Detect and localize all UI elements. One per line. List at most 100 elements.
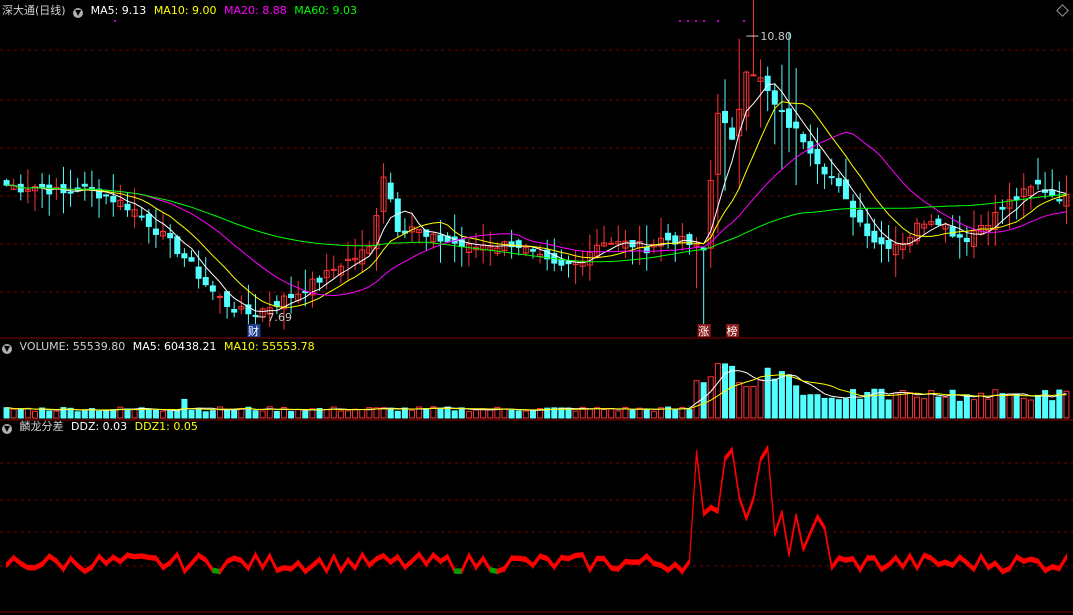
ddz-band-segment bbox=[212, 567, 221, 575]
ma60-label: MA60: 9.03 bbox=[294, 4, 357, 17]
candle-down bbox=[387, 182, 394, 200]
volume-ma10-label: MA10: 55553.78 bbox=[223, 340, 315, 353]
ddz-band-segment bbox=[674, 560, 683, 575]
candle-down bbox=[778, 110, 785, 113]
chevron-down-icon[interactable]: ▼ bbox=[2, 344, 12, 354]
candle-down bbox=[821, 166, 828, 175]
ddz-band-segment bbox=[688, 450, 698, 564]
candle-down bbox=[786, 108, 793, 128]
candle-down bbox=[81, 183, 88, 187]
volume-bar-up bbox=[586, 408, 593, 419]
candle-down bbox=[949, 226, 956, 237]
ddz-band-segment bbox=[112, 554, 121, 565]
volume-bar-down bbox=[835, 399, 842, 419]
volume-bar-down bbox=[729, 365, 736, 419]
ddz-band-segment bbox=[134, 553, 143, 560]
ma10-label: MA10: 9.00 bbox=[153, 4, 217, 17]
candle-down bbox=[793, 121, 800, 129]
ddz-band-segment bbox=[219, 557, 228, 576]
volume-bar-up bbox=[650, 410, 657, 419]
ddz-band-segment bbox=[148, 554, 157, 561]
ddz-band-segment bbox=[788, 513, 797, 557]
candle-down bbox=[67, 191, 74, 194]
volume-bar-down bbox=[231, 409, 238, 419]
chevron-down-icon[interactable]: ▼ bbox=[2, 424, 12, 434]
ddz-band-segment bbox=[290, 559, 299, 573]
ddz-band-segment bbox=[952, 553, 961, 569]
ddz-band-segment bbox=[560, 554, 570, 562]
ddz-band-segment bbox=[375, 552, 385, 562]
event-dot bbox=[679, 20, 681, 22]
ddz-band-segment bbox=[1016, 554, 1025, 565]
volume-bar-up bbox=[32, 410, 39, 419]
volume-bar-down bbox=[96, 410, 103, 419]
bang-tag: 榜 bbox=[727, 324, 738, 338]
volume-bar-up bbox=[323, 409, 330, 419]
candle-down bbox=[138, 215, 145, 218]
volume-bar-up bbox=[1020, 397, 1027, 419]
volume-bar-up bbox=[750, 385, 757, 419]
ddz-band-segment bbox=[1058, 552, 1067, 573]
ddz-band-segment bbox=[660, 562, 669, 574]
volume-bar-up bbox=[1063, 390, 1070, 419]
ddz-band-segment bbox=[326, 553, 335, 574]
candle-down bbox=[956, 234, 963, 238]
candle-down bbox=[437, 234, 444, 242]
volume-bar-down bbox=[828, 397, 835, 419]
indicator-name[interactable]: 麟龙分差 bbox=[20, 420, 64, 433]
ddz-band-segment bbox=[617, 557, 626, 573]
candle-down bbox=[850, 200, 857, 218]
volume-bar-down bbox=[387, 407, 394, 419]
ddz-band-segment bbox=[838, 555, 847, 563]
volume-bar-up bbox=[914, 396, 921, 419]
ddz-band-segment bbox=[624, 558, 634, 565]
volume-bar-down bbox=[1013, 393, 1020, 419]
volume-bar-up bbox=[522, 410, 529, 419]
price-header: 深大通(日线) ▼ MA5: 9.13 MA10: 9.00 MA20: 8.8… bbox=[2, 4, 361, 18]
ddz-band-segment bbox=[41, 552, 50, 568]
ddz-band-segment bbox=[247, 552, 257, 571]
volume-bar-up bbox=[707, 376, 714, 419]
ddz-band-segment bbox=[1001, 565, 1011, 575]
ddz-band-segment bbox=[262, 551, 271, 572]
ddz-band-segment bbox=[475, 554, 484, 571]
ddz-band-segment bbox=[304, 562, 313, 575]
ddz-band-segment bbox=[539, 553, 548, 562]
event-dot bbox=[703, 20, 705, 22]
stock-title[interactable]: 深大通(日线) bbox=[2, 4, 66, 17]
event-dot bbox=[743, 20, 745, 22]
volume-bar-down bbox=[878, 388, 885, 419]
ddz-band-segment bbox=[866, 555, 875, 561]
volume-bar-down bbox=[786, 374, 793, 419]
zhang-tag: 涨 bbox=[698, 325, 709, 338]
volume-bar-up bbox=[985, 398, 992, 419]
candle-down bbox=[935, 218, 942, 225]
ddz-band-segment bbox=[610, 565, 619, 572]
ddz1-label: DDZ1: 0.05 bbox=[134, 420, 198, 433]
ddz-band-segment bbox=[1030, 556, 1039, 565]
candle-down bbox=[1049, 189, 1056, 197]
volume-bar-up bbox=[10, 408, 17, 419]
volume-bar-down bbox=[629, 409, 636, 419]
candle-down bbox=[188, 257, 195, 262]
volume-bar-down bbox=[437, 407, 444, 419]
ddz-band-segment bbox=[390, 553, 399, 566]
candle-down bbox=[771, 90, 778, 105]
event-dot bbox=[695, 20, 697, 22]
ddz-band-segment bbox=[77, 562, 86, 575]
ddz-band-segment bbox=[575, 552, 584, 559]
candle-down bbox=[999, 206, 1006, 210]
ddz-band-segment bbox=[930, 554, 939, 568]
ddz-band-segment bbox=[603, 554, 612, 572]
chevron-down-icon[interactable]: ▼ bbox=[73, 8, 84, 18]
ddz-band-segment bbox=[91, 552, 100, 571]
ddz-band-segment bbox=[752, 457, 762, 502]
volume-bar-up bbox=[928, 390, 935, 419]
volume-bar-down bbox=[458, 407, 465, 419]
volume-bar-down bbox=[46, 410, 53, 419]
candle-down bbox=[828, 176, 835, 179]
ddz-band-segment bbox=[973, 553, 982, 572]
volume-bar-down bbox=[81, 410, 88, 419]
volume-bar-up bbox=[736, 382, 743, 419]
ddz-band-segment bbox=[831, 554, 840, 572]
